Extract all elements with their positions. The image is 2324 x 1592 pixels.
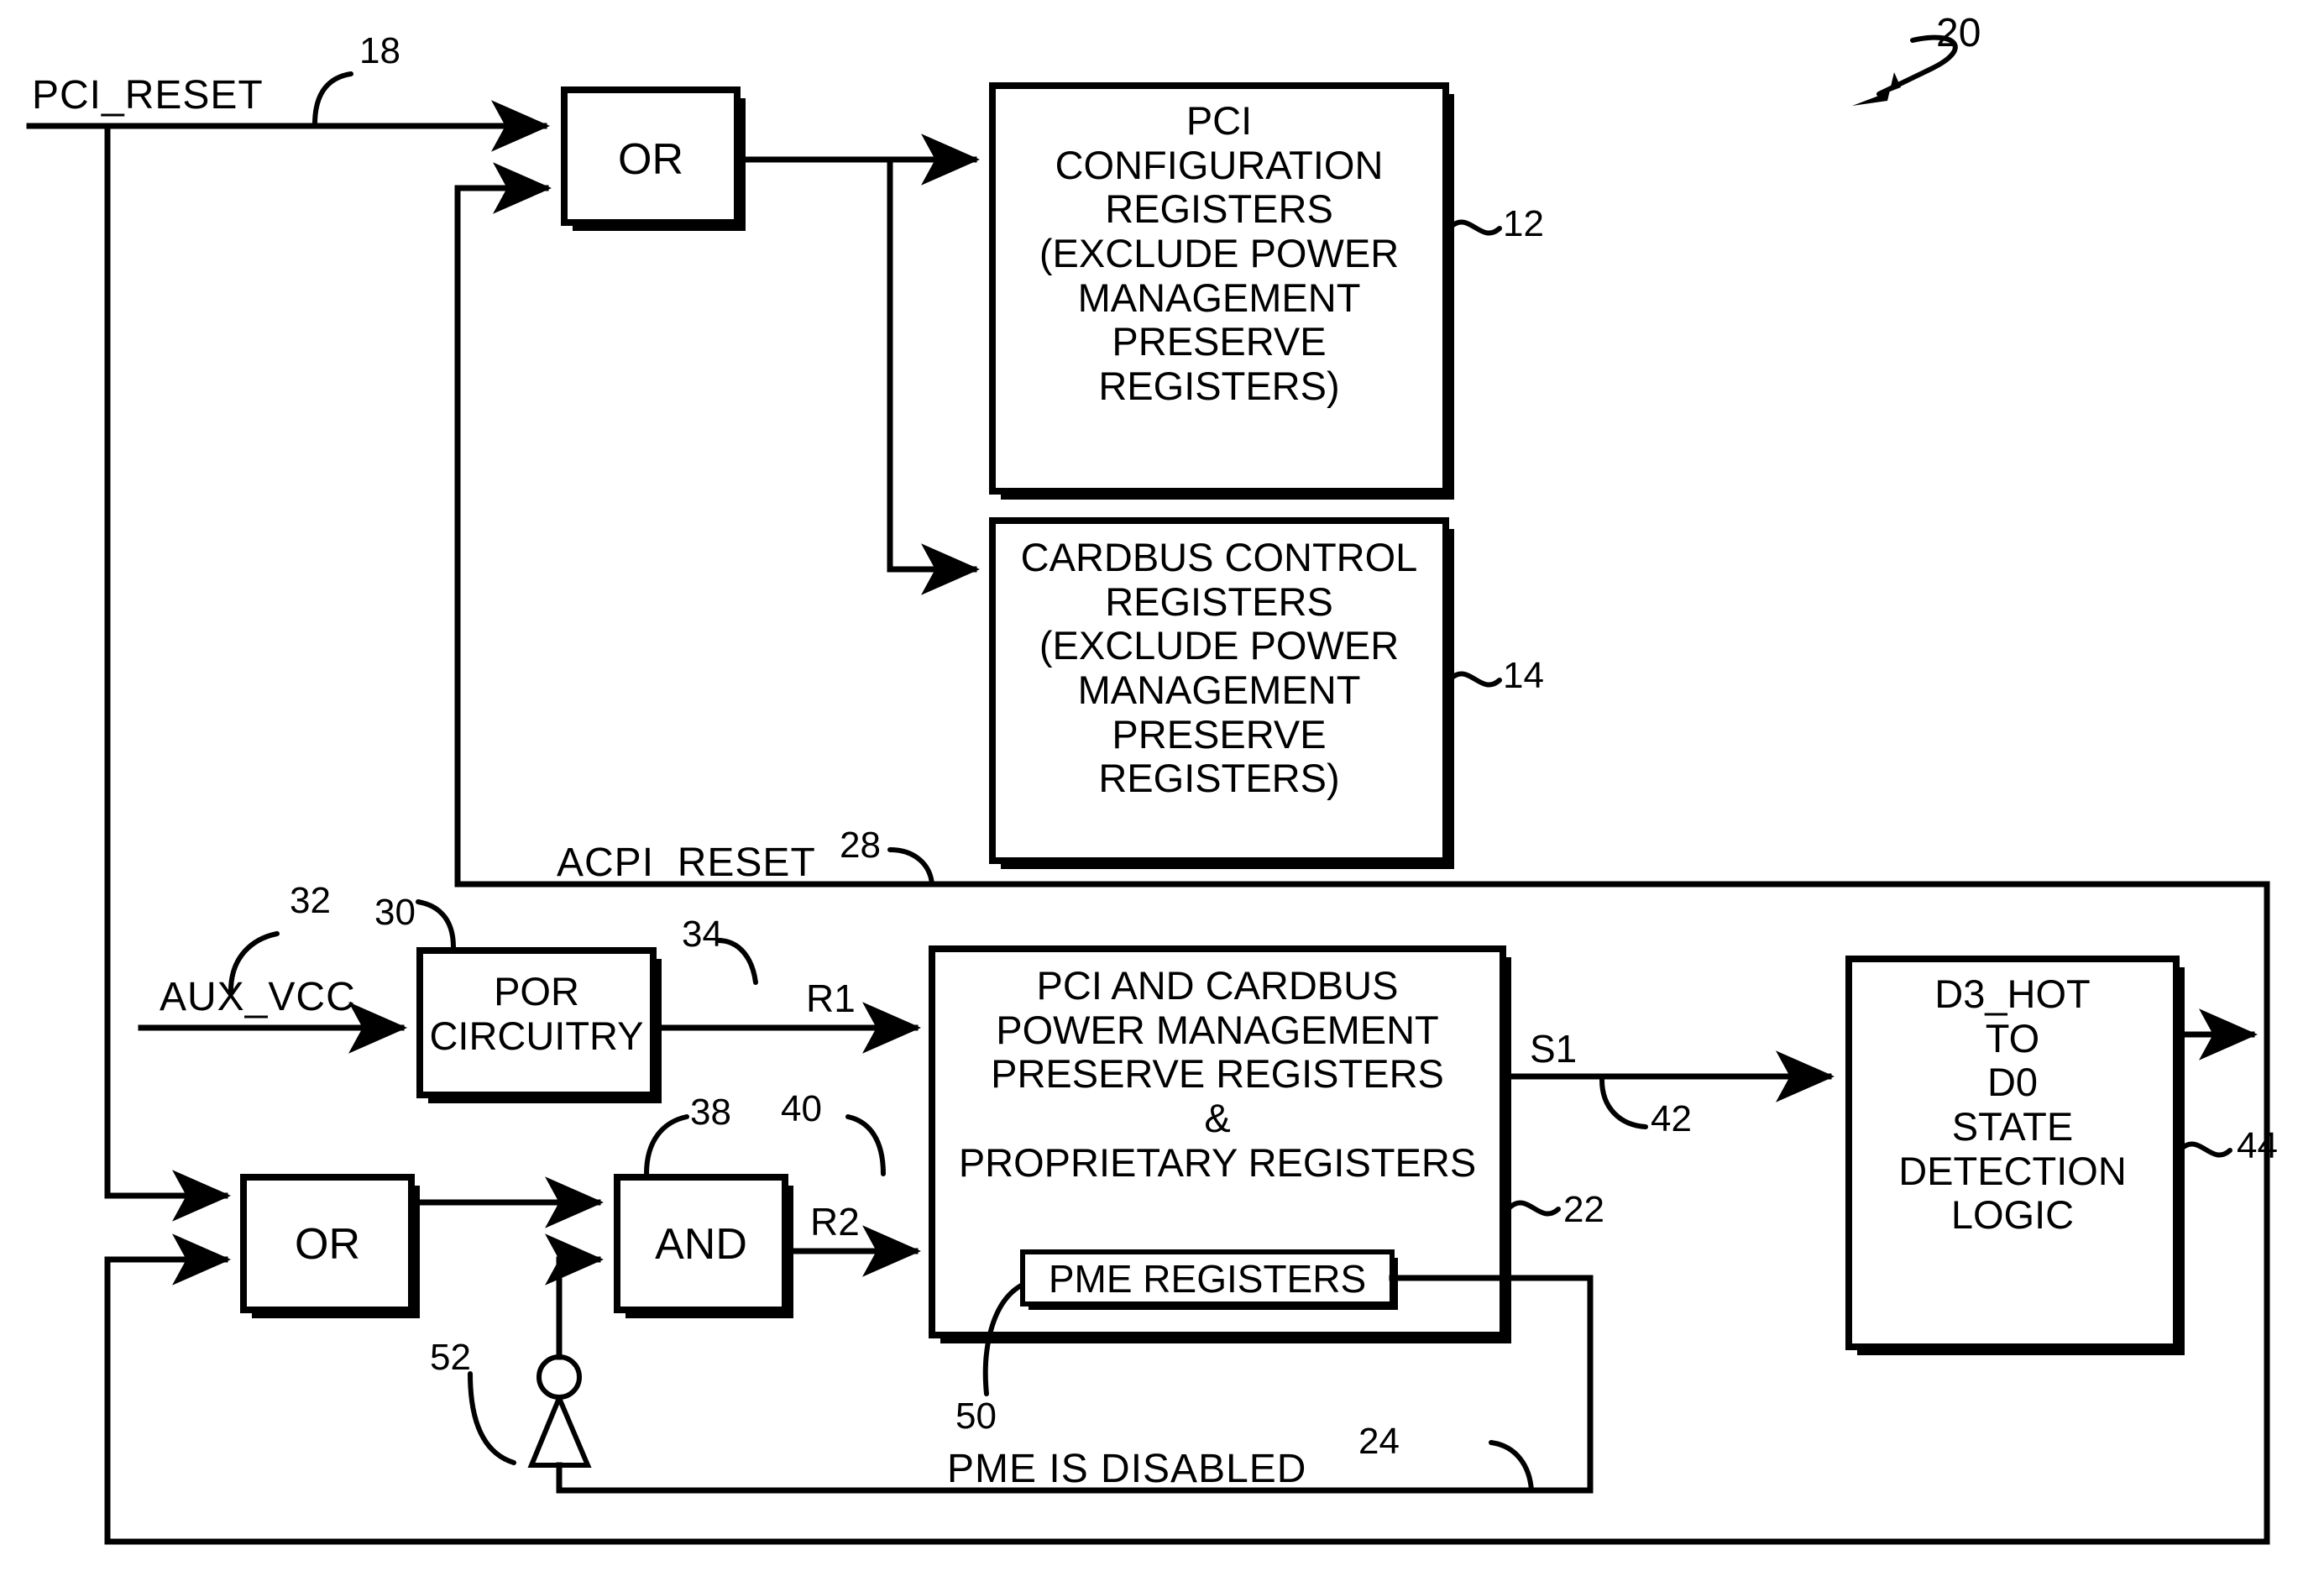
leader-22 xyxy=(1507,1200,1561,1217)
label-acpi-reset: ACPI_RESET xyxy=(557,841,816,885)
d3hot-line-2: TO xyxy=(1985,1015,2040,1060)
preserve-line-2: POWER MANAGEMENT xyxy=(996,1007,1439,1052)
cardbus-line-3: (EXCLUDE POWER xyxy=(1039,623,1400,668)
label-s1: S1 xyxy=(1530,1027,1578,1071)
leader-12 xyxy=(1448,219,1502,236)
block-pci-configuration-registers-label: PCI CONFIGURATION REGISTERS (EXCLUDE POW… xyxy=(992,98,1446,408)
d3hot-line-5: DETECTION xyxy=(1898,1148,2127,1193)
d3hot-line-4: STATE xyxy=(1951,1103,2074,1149)
cardbus-line-1: CARDBUS CONTROL xyxy=(1020,535,1418,579)
leader-18 xyxy=(312,71,353,127)
leader-38 xyxy=(644,1114,689,1176)
inverter xyxy=(527,1233,604,1494)
label-r2: R2 xyxy=(810,1200,860,1244)
refnum-40: 40 xyxy=(781,1088,822,1129)
block-pme-registers-label: PME REGISTERS xyxy=(1048,1257,1367,1301)
por-line-1: POR xyxy=(494,969,579,1013)
refnum-32: 32 xyxy=(290,880,331,921)
refnum-12: 12 xyxy=(1503,203,1544,244)
leader-40 xyxy=(845,1114,886,1176)
refnum-38: 38 xyxy=(690,1092,731,1133)
leader-30 xyxy=(416,899,456,950)
refnum-42: 42 xyxy=(1651,1098,1692,1139)
d3hot-line-3: D0 xyxy=(1986,1060,2039,1105)
refnum-50: 50 xyxy=(955,1396,997,1437)
patent-figure-canvas: PCI_RESET 18 20 OR PCI CONFIGURATION REG… xyxy=(0,0,2324,1592)
refnum-14: 14 xyxy=(1503,655,1544,696)
leader-44 xyxy=(2179,1141,2232,1158)
label-pci-reset: PCI_RESET xyxy=(32,73,264,118)
pci-config-line-2: CONFIGURATION xyxy=(1055,142,1384,187)
leader-34 xyxy=(715,938,758,985)
or-gate-bottom-label: OR xyxy=(295,1220,360,1269)
refnum-28: 28 xyxy=(840,825,881,866)
label-r1: R1 xyxy=(806,977,856,1020)
label-pme-is-disabled: PME IS DISABLED xyxy=(947,1447,1307,1491)
refnum-20: 20 xyxy=(1936,11,1981,55)
preserve-line-5: PROPRIETARY REGISTERS xyxy=(958,1139,1477,1185)
pci-config-line-5: MANAGEMENT xyxy=(1077,275,1361,320)
refnum-30: 30 xyxy=(374,892,416,933)
d3hot-line-1: D3_HOT xyxy=(1934,971,2091,1016)
cardbus-line-4: MANAGEMENT xyxy=(1077,667,1361,712)
leader-52 xyxy=(468,1371,516,1465)
block-preserve-registers-label: PCI AND CARDBUS POWER MANAGEMENT PRESERV… xyxy=(927,963,1508,1185)
refnum-34: 34 xyxy=(682,914,723,955)
pci-config-line-4: (EXCLUDE POWER xyxy=(1039,230,1400,275)
refnum-44: 44 xyxy=(2237,1125,2278,1166)
refnum-18: 18 xyxy=(359,30,400,71)
d3hot-line-6: LOGIC xyxy=(1950,1192,2075,1238)
leader-28 xyxy=(887,847,934,887)
refnum-52: 52 xyxy=(430,1337,471,1378)
refnum-22: 22 xyxy=(1563,1189,1604,1230)
leader-24 xyxy=(1489,1440,1534,1493)
or-gate-top-label: OR xyxy=(618,135,683,184)
refnum-24: 24 xyxy=(1358,1421,1400,1462)
pci-config-line-3: REGISTERS xyxy=(1105,186,1333,232)
block-d3hot-label: D3_HOT TO D0 STATE DETECTION LOGIC xyxy=(1849,971,2176,1238)
cardbus-line-2: REGISTERS xyxy=(1105,579,1333,624)
cardbus-line-6: REGISTERS) xyxy=(1098,756,1340,801)
preserve-line-3: PRESERVE REGISTERS xyxy=(991,1051,1444,1097)
wire-or-top-output xyxy=(734,134,980,595)
leader-42 xyxy=(1599,1077,1648,1129)
pci-config-line-6: PRESERVE xyxy=(1112,319,1327,364)
por-line-2: CIRCUITRY xyxy=(429,1013,644,1058)
block-cardbus-control-registers-label: CARDBUS CONTROL REGISTERS (EXCLUDE POWER… xyxy=(987,535,1451,801)
pci-config-line-7: REGISTERS) xyxy=(1098,363,1340,408)
leader-14 xyxy=(1448,671,1502,688)
cardbus-line-5: PRESERVE xyxy=(1112,711,1327,757)
preserve-line-1: PCI AND CARDBUS xyxy=(1036,963,1399,1008)
label-aux-vcc: AUX_VCC xyxy=(160,975,356,1019)
and-gate-label: AND xyxy=(655,1220,747,1269)
preserve-line-4: & xyxy=(1204,1095,1231,1140)
pci-config-line-1: PCI xyxy=(1186,98,1253,143)
block-por-circuitry-label: POR CIRCUITRY xyxy=(416,969,657,1058)
